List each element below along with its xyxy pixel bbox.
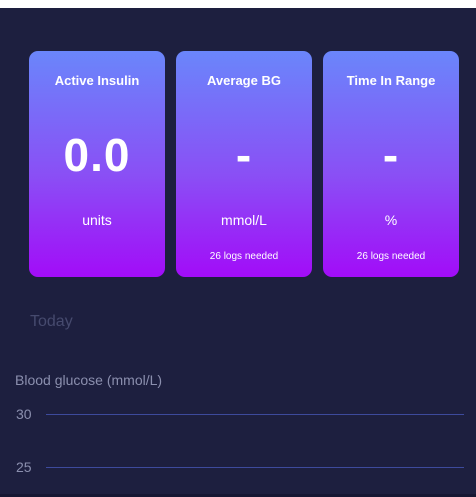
y-tick-label: 30: [16, 406, 32, 422]
chart-y-axis-title: Blood glucose (mmol/L): [15, 372, 163, 388]
grid-line: [46, 414, 464, 415]
card-title: Active Insulin: [54, 73, 140, 88]
card-title: Time In Range: [346, 73, 436, 88]
card-unit: %: [384, 212, 398, 228]
average-bg-card[interactable]: Average BG - mmol/L 26 logs needed: [176, 51, 312, 277]
card-value: 0.0: [63, 129, 131, 181]
card-note: 26 logs needed: [356, 251, 426, 262]
status-strip: [0, 0, 476, 8]
active-insulin-card[interactable]: Active Insulin 0.0 units: [29, 51, 165, 277]
card-value: -: [382, 129, 400, 181]
section-label-today: Today: [30, 313, 73, 330]
grid-line: [46, 467, 464, 468]
card-title: Average BG: [207, 73, 281, 88]
card-unit: mmol/L: [221, 212, 267, 228]
y-tick-label: 25: [16, 459, 32, 475]
card-note: 26 logs needed: [209, 251, 279, 262]
card-unit: units: [82, 212, 112, 228]
card-value: -: [235, 129, 253, 181]
time-in-range-card[interactable]: Time In Range - % 26 logs needed: [323, 51, 459, 277]
